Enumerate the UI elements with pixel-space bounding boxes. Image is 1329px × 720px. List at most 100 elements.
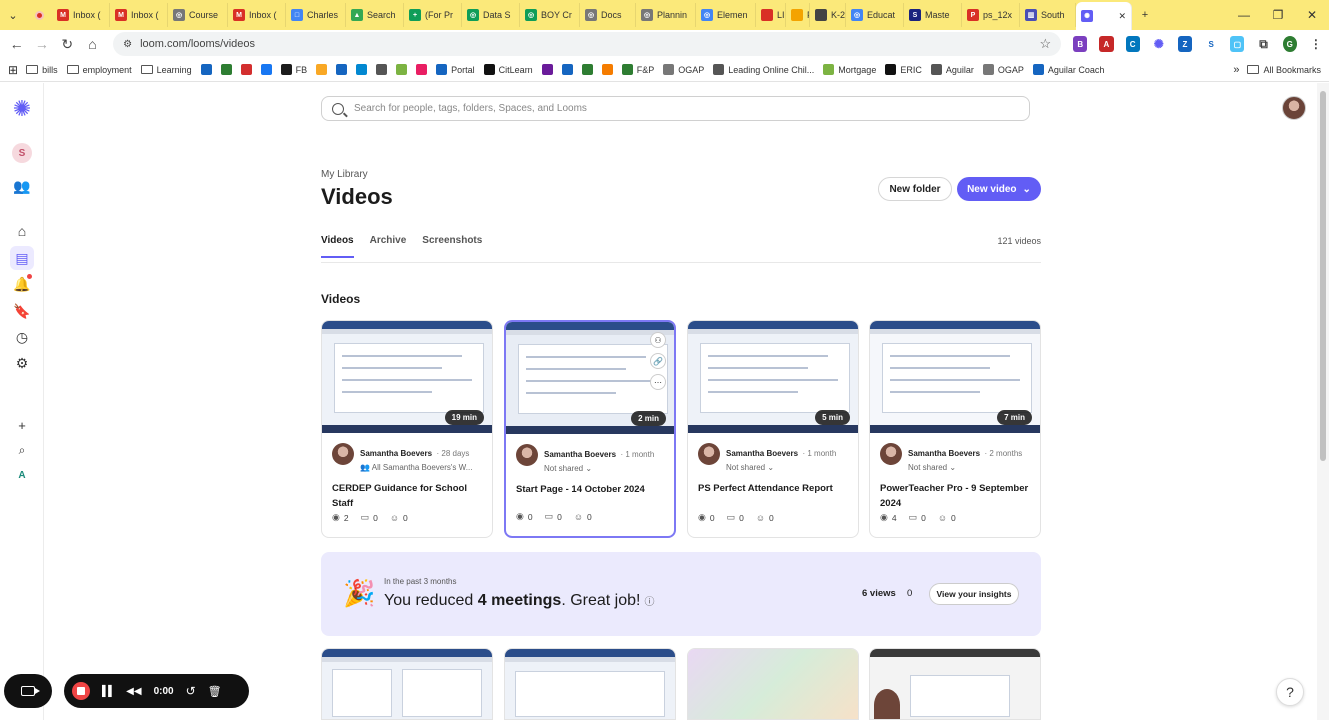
browser-menu-icon[interactable]: ⋮ <box>1308 36 1323 52</box>
new-folder-button[interactable]: New folder <box>878 177 952 201</box>
bookmark-folder[interactable]: employment <box>66 65 132 75</box>
video-thumbnail[interactable]: 5 min <box>688 321 858 433</box>
all-bookmarks[interactable]: All Bookmarks <box>1247 65 1321 75</box>
video-card[interactable] <box>869 648 1041 720</box>
forward-button[interactable]: → <box>31 32 52 56</box>
bookmark-item[interactable]: Leading Online Chil... <box>713 64 814 75</box>
search-icon[interactable]: ⌕ <box>10 438 34 462</box>
share-status[interactable]: Not shared ⌄ <box>726 463 836 472</box>
extension-icon[interactable]: Z <box>1177 36 1193 52</box>
restart-button[interactable]: ↺ <box>186 684 196 698</box>
restore-button[interactable]: ❐ <box>1261 3 1295 27</box>
bookmark-item[interactable]: Aguilar Coach <box>1032 64 1104 75</box>
search-input[interactable]: Search for people, tags, folders, Spaces… <box>321 96 1030 121</box>
video-title[interactable]: PowerTeacher Pro - 9 September 2024 <box>880 482 1032 511</box>
browser-tab[interactable]: Pps_12x <box>962 3 1020 27</box>
site-info-icon[interactable]: ⚙ <box>123 39 132 50</box>
reload-button[interactable]: ↻ <box>57 32 78 56</box>
close-tab-icon[interactable]: ✕ <box>1118 11 1126 22</box>
browser-tab[interactable]: PS <box>786 3 810 27</box>
home-button[interactable]: ⌂ <box>82 32 103 56</box>
bookmark-folder[interactable]: bills <box>26 65 58 75</box>
bookmark-item[interactable]: OGAP <box>663 64 704 75</box>
bookmark-item[interactable]: F&P <box>621 64 654 75</box>
workspace-switcher[interactable]: S <box>10 141 34 165</box>
extension-icon[interactable]: C <box>1125 36 1140 52</box>
video-card[interactable] <box>687 648 859 720</box>
tab-archive[interactable]: Archive <box>370 235 407 258</box>
pause-button[interactable]: ▌▌ <box>102 686 115 697</box>
bookmark-item[interactable] <box>581 64 593 75</box>
video-title[interactable]: Start Page - 14 October 2024 <box>516 483 666 498</box>
video-thumbnail[interactable]: 7 min <box>870 321 1040 433</box>
chevron-down-icon[interactable]: ⌄ <box>585 464 592 473</box>
breadcrumb[interactable]: My Library <box>321 169 368 180</box>
bookmark-item[interactable]: Portal <box>436 64 475 75</box>
browser-tab[interactable]: LI RC <box>756 3 786 27</box>
video-card[interactable] <box>321 648 493 720</box>
bookmark-item[interactable]: CitLearn <box>483 64 533 75</box>
bookmark-item[interactable]: Aguilar <box>930 64 974 75</box>
loom-logo-icon[interactable]: ✺ <box>10 96 34 121</box>
browser-tab[interactable]: ◎ Elemen <box>696 3 756 27</box>
browser-tab[interactable]: □ Charles <box>286 3 346 27</box>
more-bookmarks-icon[interactable]: » <box>1233 64 1239 76</box>
video-card[interactable]: ⚇ 🔗 ⋯ 2 min Samantha Boevers · 1 month Not sh… <box>504 320 676 538</box>
browser-tab[interactable]: ◎ BOY Cr <box>520 3 580 27</box>
browser-tab[interactable]: ◎ Educat <box>846 3 904 27</box>
video-card[interactable]: 19 min Samantha Boevers · 28 days 👥 All Sa… <box>321 320 493 538</box>
bookmark-folder[interactable]: Learning <box>140 65 192 75</box>
tab-screenshots[interactable]: Screenshots <box>422 235 482 258</box>
video-title[interactable]: CERDEP Guidance for School Staff <box>332 482 484 511</box>
home-icon[interactable]: ⌂ <box>10 219 34 243</box>
bookmark-item[interactable] <box>376 64 388 75</box>
new-video-button[interactable]: New video ⌄ <box>957 177 1041 201</box>
bookmark-item[interactable] <box>416 64 428 75</box>
bookmark-item[interactable] <box>260 64 272 75</box>
settings-gear-icon[interactable]: ⚙ <box>10 351 34 375</box>
profile-avatar[interactable]: G <box>1282 36 1297 52</box>
extensions-puzzle-icon[interactable]: ⧉ <box>1256 36 1271 52</box>
bookmark-item[interactable] <box>561 64 573 75</box>
browser-tab[interactable]: ▲ Search <box>346 3 404 27</box>
browser-tab[interactable]: S Maste <box>904 3 962 27</box>
minimize-button[interactable]: — <box>1227 3 1261 27</box>
page-scrollbar[interactable] <box>1317 83 1329 720</box>
info-icon[interactable]: ⓘ <box>644 597 654 608</box>
browser-tab[interactable]: ◎ Plannin <box>636 3 696 27</box>
people-icon[interactable]: 👥 <box>10 174 34 198</box>
browser-tab[interactable]: M Inbox ( <box>228 3 286 27</box>
history-clock-icon[interactable]: ◷ <box>10 325 34 349</box>
video-title[interactable]: PS Perfect Attendance Report <box>698 482 850 497</box>
browser-tab[interactable]: ▥ South <box>1020 3 1076 27</box>
bookmark-item[interactable] <box>396 64 408 75</box>
browser-tab[interactable]: ◎ Docs <box>580 3 636 27</box>
share-status[interactable]: Not shared ⌄ <box>544 464 654 473</box>
extension-icon[interactable]: S <box>1204 36 1219 52</box>
tab-videos[interactable]: Videos <box>321 235 354 258</box>
notifications-icon[interactable]: 🔔 <box>10 272 34 296</box>
bookmark-item[interactable] <box>316 64 328 75</box>
video-card[interactable]: 5 min Samantha Boevers · 1 month Not share… <box>687 320 859 538</box>
library-icon[interactable]: ▤ <box>10 246 34 270</box>
back-button[interactable]: ← <box>6 32 27 56</box>
browser-tab[interactable]: ◎ Data S <box>462 3 520 27</box>
video-card[interactable] <box>504 648 676 720</box>
bookmark-item[interactable]: Mortgage <box>823 64 876 75</box>
bookmark-item[interactable]: ERIC <box>885 64 922 75</box>
delete-recording-button[interactable]: 🗑 <box>208 685 222 698</box>
loom-extension-icon[interactable]: ✺ <box>1151 36 1166 52</box>
help-button[interactable]: ? <box>1276 678 1304 706</box>
extension-icon[interactable]: ▢ <box>1230 36 1245 52</box>
browser-tab[interactable]: M Inbox ( <box>52 3 110 27</box>
browser-tab[interactable]: + (For Pr <box>404 3 462 27</box>
bookmark-item[interactable] <box>601 64 613 75</box>
video-thumbnail[interactable]: ⚇ 🔗 ⋯ 2 min <box>506 322 674 434</box>
bookmark-item[interactable] <box>541 64 553 75</box>
browser-tab[interactable]: ✺ ✕ <box>1076 2 1132 30</box>
browser-tab[interactable]: ◎ Course <box>168 3 228 27</box>
bookmark-item[interactable] <box>336 64 348 75</box>
bookmark-item[interactable] <box>200 64 212 75</box>
bookmark-item[interactable]: FB <box>280 64 307 75</box>
rewind-icon[interactable]: ◀◀ <box>126 686 141 697</box>
